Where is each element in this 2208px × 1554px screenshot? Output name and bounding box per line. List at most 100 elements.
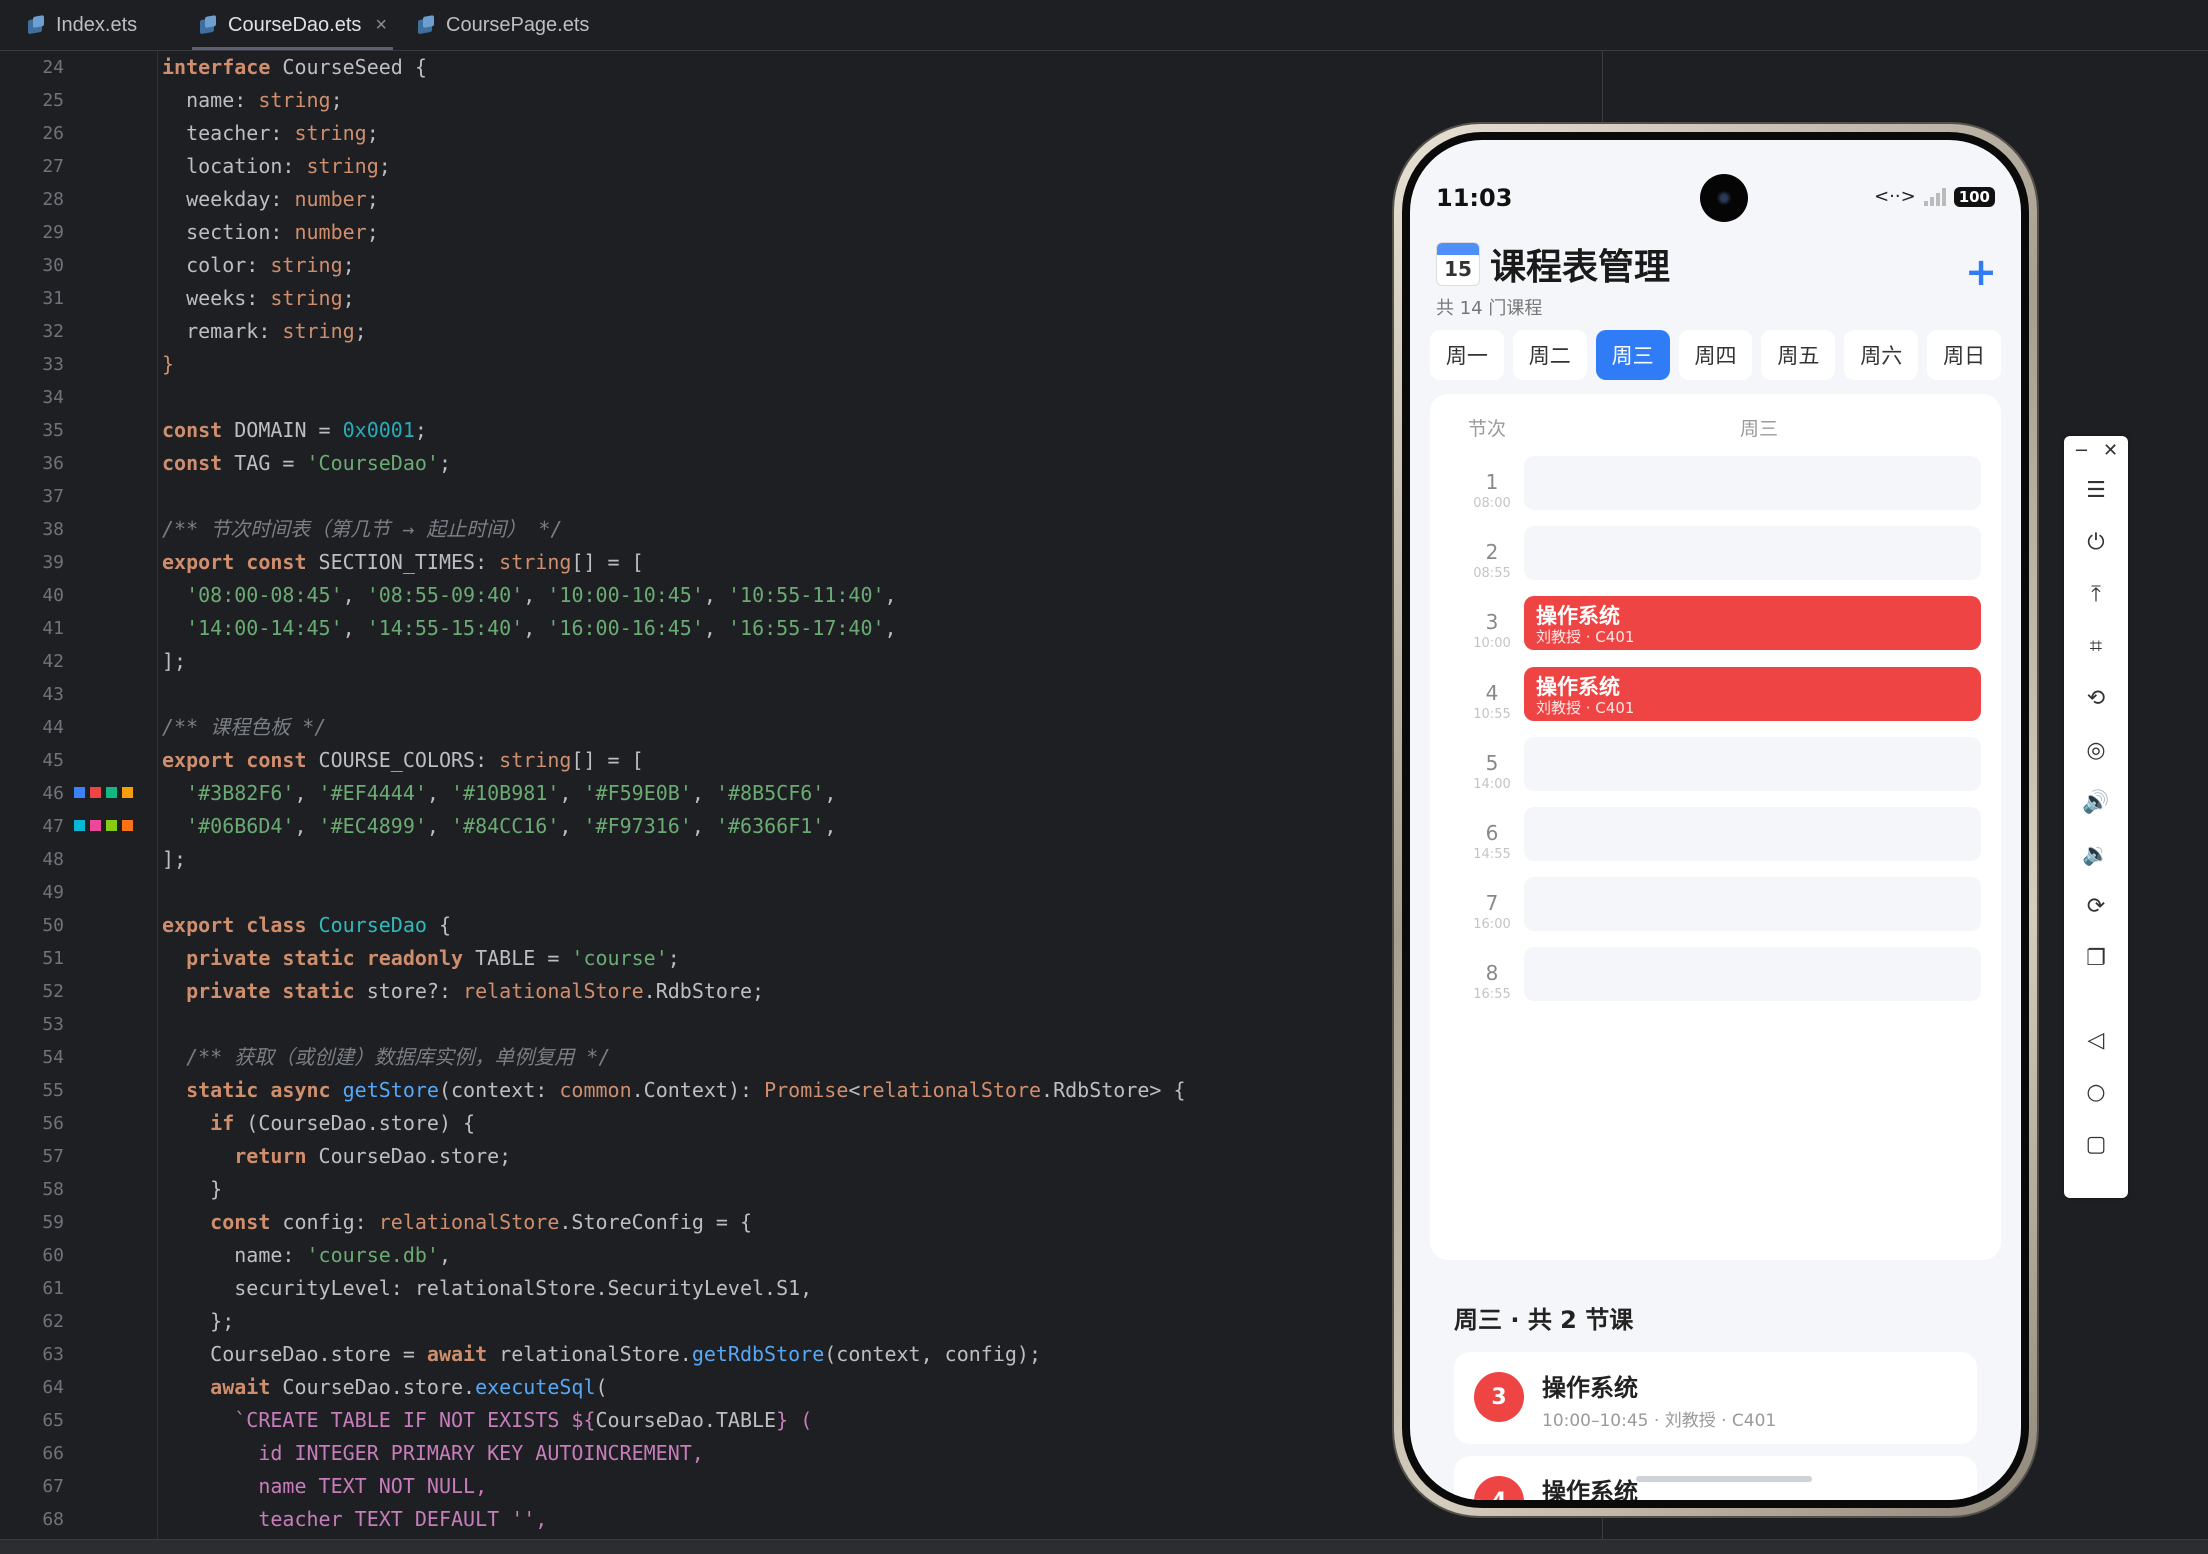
code-line[interactable]: 29 section: number; bbox=[0, 216, 1600, 249]
code-line[interactable]: 65 `CREATE TABLE IF NOT EXISTS ${CourseD… bbox=[0, 1404, 1600, 1437]
code-line[interactable]: 26 teacher: string; bbox=[0, 117, 1600, 150]
code-token: /** 节次时间表（第几节 → 起止时间） */ bbox=[162, 517, 563, 541]
code-line[interactable]: 48]; bbox=[0, 843, 1600, 876]
color-swatch[interactable] bbox=[73, 786, 86, 799]
empty-cell[interactable] bbox=[1524, 456, 1981, 510]
code-line[interactable]: 62 }; bbox=[0, 1305, 1600, 1338]
weekday-tab[interactable]: 周二 bbox=[1512, 330, 1587, 380]
color-swatch[interactable] bbox=[89, 819, 102, 832]
code-line[interactable]: 24 interface CourseSeed { bbox=[0, 51, 1600, 84]
tab-index-ets[interactable]: Index.ets bbox=[26, 0, 137, 50]
course-card[interactable]: 3 操作系统 10:00–10:45 · 刘教授 · C401 bbox=[1454, 1352, 1977, 1444]
color-swatch[interactable] bbox=[105, 819, 118, 832]
code-token: < bbox=[848, 1078, 861, 1102]
menu-icon[interactable]: ☰ bbox=[2064, 472, 2128, 508]
code-line[interactable]: 45 export const COURSE_COLORS: string[] =… bbox=[0, 744, 1600, 777]
empty-cell[interactable] bbox=[1524, 736, 1981, 791]
code-line[interactable]: 41 '14:00-14:45', '14:55-15:40', '16:00-… bbox=[0, 612, 1600, 645]
screenshot-icon[interactable]: ◎ bbox=[2064, 732, 2128, 768]
empty-cell[interactable] bbox=[1524, 877, 1981, 932]
weekday-tab[interactable]: 周六 bbox=[1844, 330, 1919, 380]
shake-icon[interactable]: ⟳ bbox=[2064, 888, 2128, 924]
code-line[interactable]: 27 location: string; bbox=[0, 150, 1600, 183]
code-token: '#6366F1' bbox=[715, 814, 825, 838]
rotate-icon[interactable]: ⟲ bbox=[2064, 680, 2128, 716]
code-line[interactable]: 32 remark: string; bbox=[0, 315, 1600, 348]
power-icon[interactable]: ⏻ bbox=[2064, 524, 2128, 560]
add-course-button[interactable]: + bbox=[1965, 250, 1997, 294]
code-line[interactable]: 39 export const SECTION_TIMES: string[] =… bbox=[0, 546, 1600, 579]
minimize-icon[interactable]: − bbox=[2074, 440, 2089, 464]
color-swatches[interactable] bbox=[73, 819, 134, 832]
code-line[interactable]: 25 name: string; bbox=[0, 84, 1600, 117]
code-line[interactable]: 49 bbox=[0, 876, 1600, 909]
code-line[interactable]: 35 const DOMAIN = 0x0001; bbox=[0, 414, 1600, 447]
code-line[interactable]: 63 CourseDao.store = await relationalSto… bbox=[0, 1338, 1600, 1371]
tab-coursepage-ets[interactable]: CoursePage.ets bbox=[416, 0, 589, 50]
code-text: teacher: string; bbox=[162, 117, 379, 150]
color-swatch[interactable] bbox=[73, 819, 86, 832]
code-line[interactable]: 52 private static store?: relationalStor… bbox=[0, 975, 1600, 1008]
code-line[interactable]: 54 /** 获取（或创建）数据库实例，单例复用 */ bbox=[0, 1041, 1600, 1074]
color-swatch[interactable] bbox=[121, 786, 134, 799]
code-line[interactable]: 31 weeks: string; bbox=[0, 282, 1600, 315]
code-line[interactable]: 55 static async getStore(context: common… bbox=[0, 1074, 1600, 1107]
recent-apps-icon[interactable]: ▢ bbox=[2064, 1126, 2128, 1162]
color-swatch[interactable] bbox=[89, 786, 102, 799]
code-line[interactable]: 34 bbox=[0, 381, 1600, 414]
code-line[interactable]: 33} bbox=[0, 348, 1600, 381]
weekday-tab[interactable]: 周三 bbox=[1595, 330, 1670, 380]
volume-up-icon[interactable]: 🔊 bbox=[2064, 784, 2128, 820]
code-line[interactable]: 28 weekday: number; bbox=[0, 183, 1600, 216]
code-token: , bbox=[691, 814, 716, 838]
code-line[interactable]: 61 securityLevel: relationalStore.Securi… bbox=[0, 1272, 1600, 1305]
code-line[interactable]: 57 return CourseDao.store; bbox=[0, 1140, 1600, 1173]
color-swatch[interactable] bbox=[105, 786, 118, 799]
weekday-tab[interactable]: 周一 bbox=[1430, 330, 1504, 380]
code-line[interactable]: 68 teacher TEXT DEFAULT '', bbox=[0, 1503, 1600, 1536]
back-icon[interactable]: ◁ bbox=[2064, 1022, 2128, 1058]
weekday-tab[interactable]: 周日 bbox=[1927, 330, 2002, 380]
code-line[interactable]: 64 await CourseDao.store.executeSql( bbox=[0, 1371, 1600, 1404]
code-line[interactable]: 30 color: string; bbox=[0, 249, 1600, 282]
code-line[interactable]: 37 bbox=[0, 480, 1600, 513]
course-block[interactable]: 操作系统 刘教授 · C401 bbox=[1524, 596, 1981, 651]
code-line[interactable]: 38 /** 节次时间表（第几节 → 起止时间） */ bbox=[0, 513, 1600, 546]
pin-top-icon[interactable]: ⤒ bbox=[2064, 576, 2128, 612]
code-line[interactable]: 58 } bbox=[0, 1173, 1600, 1206]
empty-cell[interactable] bbox=[1524, 807, 1981, 861]
code-line[interactable]: 50 export class CourseDao { bbox=[0, 909, 1600, 942]
color-swatch[interactable] bbox=[121, 819, 134, 832]
course-block[interactable]: 操作系统 刘教授 · C401 bbox=[1524, 666, 1981, 721]
code-line[interactable]: 60 name: 'course.db', bbox=[0, 1239, 1600, 1272]
code-line[interactable]: 47 '#06B6D4', '#EC4899', '#84CC16', '#F9… bbox=[0, 810, 1600, 843]
multi-device-icon[interactable]: ❐ bbox=[2064, 940, 2128, 976]
section-badge: 4 bbox=[1474, 1476, 1524, 1500]
home-indicator[interactable] bbox=[1636, 1476, 1812, 1482]
weekday-tab[interactable]: 周五 bbox=[1761, 330, 1836, 380]
close-tab-icon[interactable]: × bbox=[375, 14, 387, 37]
weekday-tab[interactable]: 周四 bbox=[1678, 330, 1753, 380]
code-line[interactable]: 43 bbox=[0, 678, 1600, 711]
volume-down-icon[interactable]: 🔉 bbox=[2064, 836, 2128, 872]
code-line[interactable]: 67 name TEXT NOT NULL, bbox=[0, 1470, 1600, 1503]
home-icon[interactable]: ○ bbox=[2064, 1074, 2128, 1110]
color-swatches[interactable] bbox=[73, 786, 134, 799]
phone-screen[interactable]: 11:03 <··> 100 15 课程表管理 共 14 门课程 + 周一 周二周… bbox=[1410, 140, 2021, 1500]
close-icon[interactable]: ✕ bbox=[2103, 440, 2118, 464]
code-line[interactable]: 46 '#3B82F6', '#EF4444', '#10B981', '#F5… bbox=[0, 777, 1600, 810]
empty-cell[interactable] bbox=[1524, 947, 1981, 1002]
code-line[interactable]: 56 if (CourseDao.store) { bbox=[0, 1107, 1600, 1140]
code-line[interactable]: 51 private static readonly TABLE = 'cour… bbox=[0, 942, 1600, 975]
code-line[interactable]: 59 const config: relationalStore.StoreCo… bbox=[0, 1206, 1600, 1239]
code-line[interactable]: 40 '08:00-08:45', '08:55-09:40', '10:00-… bbox=[0, 579, 1600, 612]
code-line[interactable]: 66 id INTEGER PRIMARY KEY AUTOINCREMENT, bbox=[0, 1437, 1600, 1470]
code-line[interactable]: 42]; bbox=[0, 645, 1600, 678]
tab-coursedao-ets[interactable]: CourseDao.ets × bbox=[191, 0, 394, 50]
empty-cell[interactable] bbox=[1524, 526, 1981, 581]
crop-icon[interactable]: ⌗ bbox=[2064, 628, 2128, 664]
code-line[interactable]: 44 /** 课程色板 */ bbox=[0, 711, 1600, 744]
code-lines[interactable]: 24 interface CourseSeed {25 name: string;… bbox=[0, 51, 1600, 1536]
code-line[interactable]: 36 const TAG = 'CourseDao'; bbox=[0, 447, 1600, 480]
code-line[interactable]: 53 bbox=[0, 1008, 1600, 1041]
